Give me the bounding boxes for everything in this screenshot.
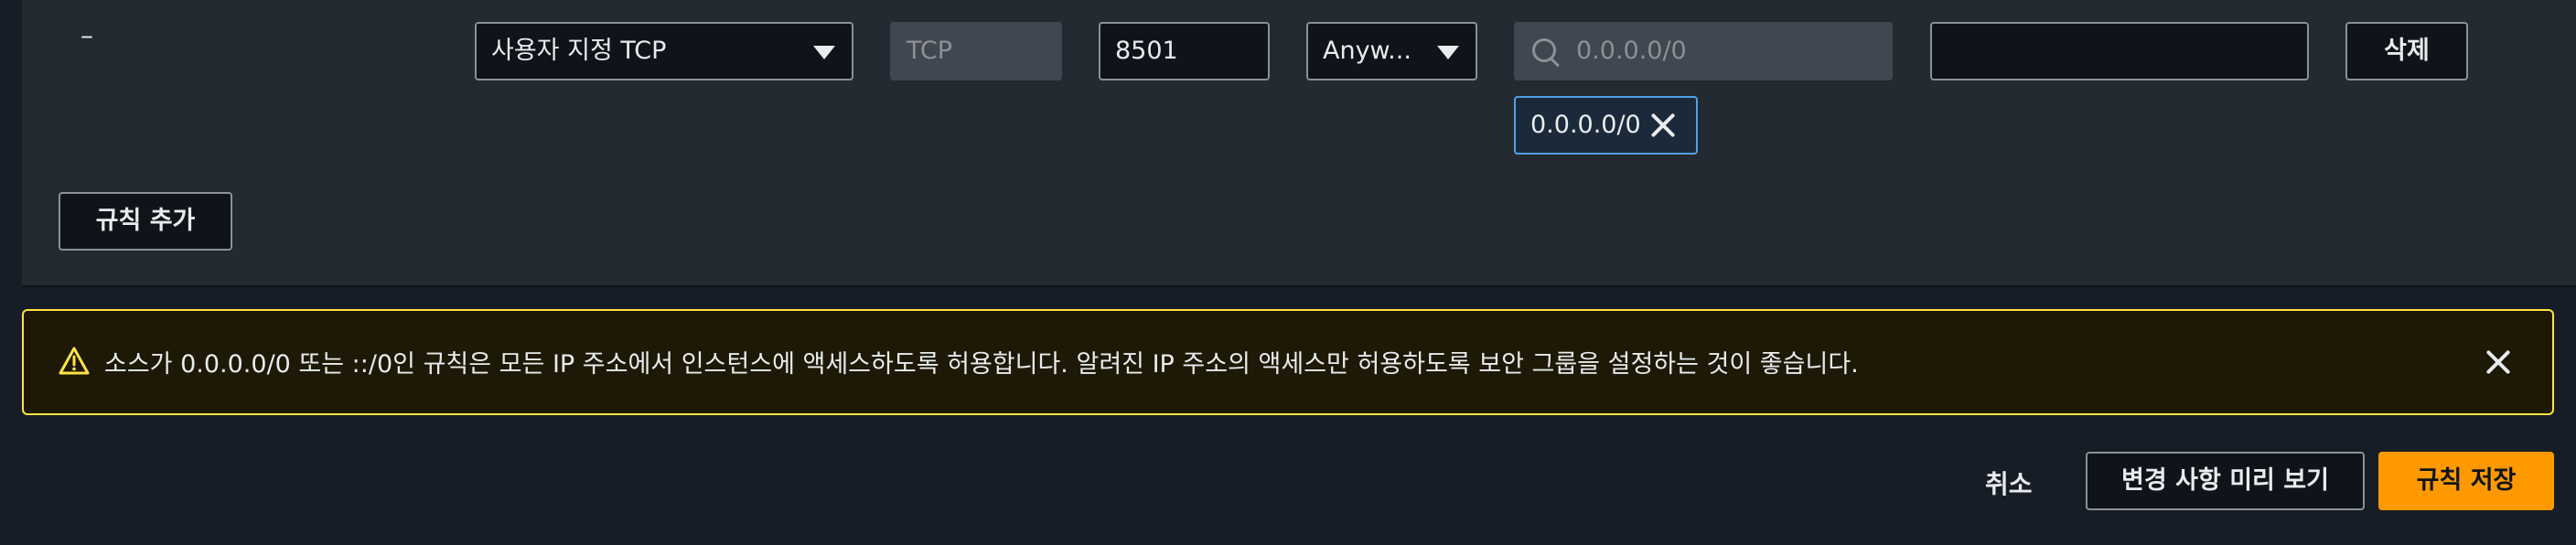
save-rules-label: 규칙 저장 xyxy=(2416,466,2517,495)
type-select[interactable]: 사용자 지정 TCP xyxy=(475,22,853,80)
type-select-value: 사용자 지정 TCP xyxy=(491,37,667,65)
rule-row-dash: – xyxy=(80,20,93,50)
source-type-value: Anyw... xyxy=(1323,37,1411,65)
cancel-button[interactable]: 취소 xyxy=(1985,465,2033,501)
warning-alert: 소스가 0.0.0.0/0 또는 ::/0인 규칙은 모든 IP 주소에서 인스… xyxy=(22,309,2554,415)
source-type-select[interactable]: Anyw... xyxy=(1306,22,1477,80)
caret-down-icon xyxy=(1437,46,1459,59)
add-rule-button[interactable]: 규칙 추가 xyxy=(59,192,232,251)
alert-message: 소스가 0.0.0.0/0 또는 ::/0인 규칙은 모든 IP 주소에서 인스… xyxy=(104,350,1859,379)
protocol-value: TCP xyxy=(907,37,953,65)
preview-changes-label: 변경 사항 미리 보기 xyxy=(2121,466,2329,495)
close-icon[interactable] xyxy=(2485,348,2512,376)
source-search-input[interactable]: 0.0.0.0/0 xyxy=(1514,22,1893,80)
delete-rule-label: 삭제 xyxy=(2384,37,2430,65)
port-range-value: 8501 xyxy=(1115,37,1178,65)
search-icon xyxy=(1532,38,1556,62)
add-rule-label: 규칙 추가 xyxy=(95,207,196,235)
source-token-label: 0.0.0.0/0 xyxy=(1530,111,1641,139)
source-token: 0.0.0.0/0 xyxy=(1514,96,1698,155)
caret-down-icon xyxy=(813,46,835,59)
remove-token-icon[interactable] xyxy=(1649,112,1677,139)
save-rules-button[interactable]: 규칙 저장 xyxy=(2378,452,2554,510)
warning-icon xyxy=(59,347,90,375)
preview-changes-button[interactable]: 변경 사항 미리 보기 xyxy=(2086,452,2365,510)
delete-rule-button[interactable]: 삭제 xyxy=(2345,22,2468,80)
source-search-placeholder: 0.0.0.0/0 xyxy=(1576,37,1687,65)
protocol-field: TCP xyxy=(890,22,1062,80)
description-input[interactable] xyxy=(1930,22,2309,80)
port-range-input[interactable]: 8501 xyxy=(1099,22,1270,80)
